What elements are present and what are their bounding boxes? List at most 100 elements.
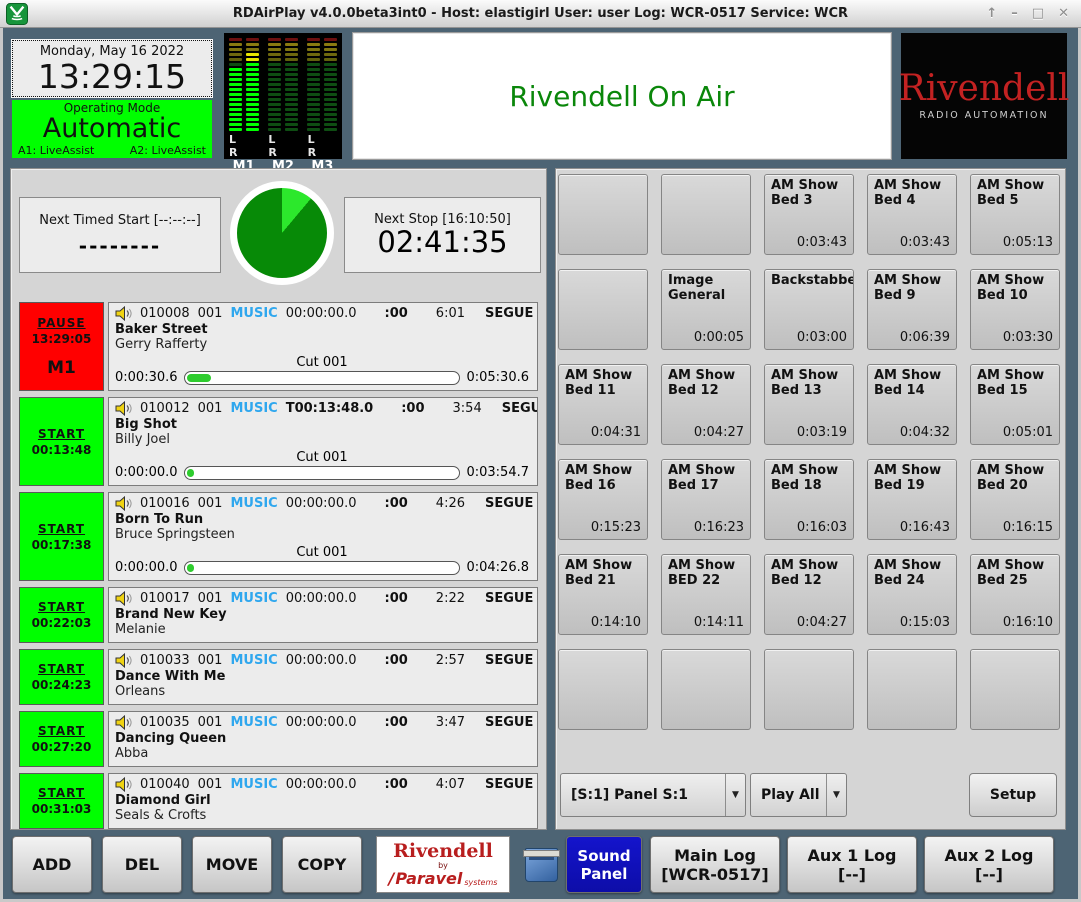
sound-pad-button[interactable]: Image General0:00:05 bbox=[661, 269, 751, 350]
minimize-icon[interactable]: – bbox=[1011, 6, 1018, 21]
sound-pad-time: 0:04:32 bbox=[900, 425, 950, 440]
sound-pad-button[interactable]: AM Show BED 220:14:11 bbox=[661, 554, 751, 635]
log-entry-card[interactable]: 010016001MUSIC00:00:00.0:004:26SEGUEBorn… bbox=[108, 492, 538, 581]
sound-pad-button[interactable]: AM Show Bed 50:05:13 bbox=[970, 174, 1060, 255]
window-title: RDAirPlay v4.0.0beta3int0 - Host: elasti… bbox=[0, 6, 1081, 21]
sound-pad-button[interactable] bbox=[867, 649, 957, 730]
add-button[interactable]: ADD bbox=[12, 836, 92, 893]
log-panel: Next Timed Start [--:--:--] -------- Nex… bbox=[10, 168, 547, 830]
meter-segment bbox=[307, 93, 320, 96]
sound-pad-button[interactable]: AM Show Bed 170:16:23 bbox=[661, 459, 751, 540]
sound-pad-time: 0:14:11 bbox=[694, 615, 744, 630]
sound-pad-button[interactable] bbox=[558, 174, 648, 255]
sound-pad-button[interactable] bbox=[558, 649, 648, 730]
sound-pad-button[interactable]: AM Show Bed 250:16:10 bbox=[970, 554, 1060, 635]
log-entry-card[interactable]: 010035001MUSIC00:00:00.0:003:47SEGUEDanc… bbox=[108, 711, 538, 767]
log-entry-card[interactable]: 010040001MUSIC00:00:00.0:004:07SEGUEDiam… bbox=[108, 773, 538, 829]
sound-panel-button-line2: Panel bbox=[581, 865, 628, 883]
aux1-log-button[interactable]: Aux 1 Log [--] bbox=[787, 836, 917, 893]
meter-segment bbox=[324, 98, 337, 101]
sound-pad-button[interactable]: AM Show Bed 180:16:03 bbox=[764, 459, 854, 540]
log-entry-card[interactable]: 010012001MUSICT00:13:48.0:003:54SEGUEBig… bbox=[108, 397, 538, 486]
sound-pad-button[interactable]: AM Show Bed 150:05:01 bbox=[970, 364, 1060, 445]
sound-pad-button[interactable]: AM Show Bed 40:03:43 bbox=[867, 174, 957, 255]
maximize-icon[interactable]: □ bbox=[1032, 6, 1044, 21]
delete-button[interactable]: DEL bbox=[102, 836, 182, 893]
start-button[interactable]: START00:22:03 bbox=[19, 587, 104, 643]
sound-pad-label: AM Show Bed 3 bbox=[771, 179, 847, 209]
sound-pad-button[interactable]: AM Show Bed 160:15:23 bbox=[558, 459, 648, 540]
log-row: START00:13:48010012001MUSICT00:13:48.0:0… bbox=[19, 397, 538, 486]
sound-pad-button[interactable]: AM Show Bed 200:16:15 bbox=[970, 459, 1060, 540]
sound-pad-button[interactable]: AM Show Bed 240:15:03 bbox=[867, 554, 957, 635]
start-button[interactable]: START00:17:38 bbox=[19, 492, 104, 581]
total-time: 0:03:54.7 bbox=[466, 465, 529, 480]
meter-segment bbox=[307, 128, 320, 131]
meter-column bbox=[285, 38, 298, 131]
sound-pad-button[interactable]: AM Show Bed 140:04:32 bbox=[867, 364, 957, 445]
meter-segment bbox=[246, 48, 259, 51]
main-log-button-line1: Main Log bbox=[674, 846, 756, 865]
sound-pad-button[interactable]: AM Show Bed 130:03:19 bbox=[764, 364, 854, 445]
start-button[interactable]: START00:13:48 bbox=[19, 397, 104, 486]
transition-type: SEGUE bbox=[485, 306, 533, 321]
sound-pad-button[interactable]: Backstabber0:03:00 bbox=[764, 269, 854, 350]
move-button[interactable]: MOVE bbox=[192, 836, 272, 893]
clock-time: 13:29:15 bbox=[38, 60, 186, 93]
main-log-button[interactable]: Main Log [WCR-0517] bbox=[650, 836, 780, 893]
aux2-log-button[interactable]: Aux 2 Log [--] bbox=[924, 836, 1054, 893]
sound-pad-button[interactable] bbox=[661, 174, 751, 255]
start-button[interactable]: START00:24:23 bbox=[19, 649, 104, 705]
sound-pad-button[interactable] bbox=[558, 269, 648, 350]
panel-select-dropdown[interactable]: [S:1] Panel S:1 ▼ bbox=[560, 773, 746, 817]
sound-pad-button[interactable]: AM Show Bed 120:04:27 bbox=[661, 364, 751, 445]
sound-pad-button[interactable]: AM Show Bed 30:03:43 bbox=[764, 174, 854, 255]
meter-segment bbox=[268, 93, 281, 96]
log-entry-card[interactable]: 010008001MUSIC00:00:00.0:006:01SEGUEBake… bbox=[108, 302, 538, 391]
close-icon[interactable]: ✕ bbox=[1058, 6, 1069, 21]
aux2-log-button-line1: Aux 2 Log bbox=[944, 846, 1033, 865]
meter-segment bbox=[324, 103, 337, 106]
sound-pad-button[interactable]: AM Show Bed 110:04:31 bbox=[558, 364, 648, 445]
time-offset: :00 bbox=[385, 715, 408, 730]
copy-button[interactable]: COPY bbox=[282, 836, 362, 893]
sound-pad-button[interactable] bbox=[970, 649, 1060, 730]
sound-pad-button[interactable]: AM Show Bed 190:16:43 bbox=[867, 459, 957, 540]
meter-segment bbox=[307, 73, 320, 76]
pause-button[interactable]: PAUSE13:29:05M1 bbox=[19, 302, 104, 391]
progress-row: 0:00:30.60:05:30.6 bbox=[115, 370, 529, 385]
group-name: MUSIC bbox=[230, 591, 277, 606]
chevron-down-icon: ▼ bbox=[725, 774, 745, 816]
sound-pad-button[interactable] bbox=[661, 649, 751, 730]
sound-panel-button[interactable]: Sound Panel bbox=[566, 836, 642, 893]
log-entry-card[interactable]: 010017001MUSIC00:00:00.0:002:22SEGUEBran… bbox=[108, 587, 538, 643]
meter-segment bbox=[285, 103, 298, 106]
play-mode-dropdown[interactable]: Play All ▼ bbox=[750, 773, 847, 817]
sound-pad-button[interactable]: AM Show Bed 120:04:27 bbox=[764, 554, 854, 635]
log-entry-card[interactable]: 010033001MUSIC00:00:00.0:002:57SEGUEDanc… bbox=[108, 649, 538, 705]
start-button[interactable]: START00:31:03 bbox=[19, 773, 104, 829]
meter-segment bbox=[285, 43, 298, 46]
sound-pad-time: 0:03:19 bbox=[797, 425, 847, 440]
start-time: 00:00:00.0 bbox=[286, 653, 357, 668]
sound-pad-button[interactable]: AM Show Bed 210:14:10 bbox=[558, 554, 648, 635]
audio-meters: L RM1L RM2L RM3 bbox=[224, 33, 342, 159]
meter-channel-labels: L R bbox=[268, 133, 302, 159]
meter-segment bbox=[324, 43, 337, 46]
sound-pad-time: 0:05:01 bbox=[1003, 425, 1053, 440]
speaker-icon bbox=[115, 496, 132, 511]
time-offset: :00 bbox=[385, 496, 408, 511]
start-button[interactable]: START00:27:20 bbox=[19, 711, 104, 767]
sound-pad-button[interactable] bbox=[764, 649, 854, 730]
sound-pad-button[interactable]: AM Show Bed 100:03:30 bbox=[970, 269, 1060, 350]
meter-m2: L RM2 bbox=[263, 38, 302, 159]
operating-mode-display[interactable]: Operating Mode Automatic A1: LiveAssist … bbox=[12, 100, 212, 158]
setup-button[interactable]: Setup bbox=[969, 773, 1057, 817]
meter-segment bbox=[307, 103, 320, 106]
meter-segment bbox=[324, 83, 337, 86]
sound-pad-time: 0:16:23 bbox=[694, 520, 744, 535]
sound-pad-button[interactable]: AM Show Bed 90:06:39 bbox=[867, 269, 957, 350]
log-row: START00:27:20010035001MUSIC00:00:00.0:00… bbox=[19, 711, 538, 767]
meter-segment bbox=[246, 58, 259, 61]
shade-icon[interactable]: ↑ bbox=[986, 6, 997, 21]
